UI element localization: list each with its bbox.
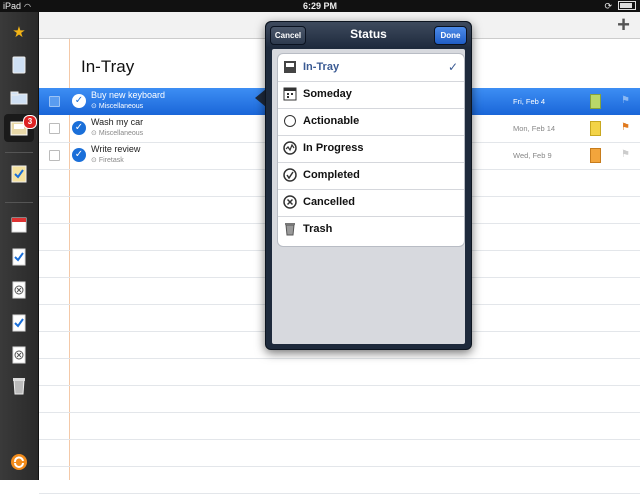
page-title: In-Tray [81, 57, 135, 76]
in-progress-icon [283, 141, 297, 155]
option-label: Trash [303, 223, 333, 235]
sidebar-divider [5, 152, 33, 153]
row-select-checkbox[interactable] [49, 150, 60, 161]
star-icon[interactable]: ★ [9, 22, 29, 42]
checkmark-icon[interactable]: ✓ [72, 94, 86, 108]
task-name: Write review [91, 144, 141, 154]
checkmark-icon: ✓ [447, 60, 458, 74]
trash-icon [283, 222, 297, 236]
task-date: Wed, Feb 9 [513, 151, 552, 160]
option-label: Completed [303, 169, 360, 181]
ruled-line [39, 358, 640, 359]
task-date: Fri, Feb 4 [513, 97, 546, 106]
status-option-in-tray[interactable]: In-Tray ✓ [278, 54, 464, 82]
in-tray-icon [283, 60, 297, 74]
ruled-line [39, 412, 640, 413]
sidebar-divider [5, 202, 33, 203]
checkbox-notebook-icon[interactable] [9, 247, 29, 267]
status-popover: Cancel Status Done In-Tray ✓ Someday Act… [265, 21, 472, 350]
ruled-line [39, 466, 640, 467]
popover-header: Cancel Status Done [266, 22, 471, 47]
option-label: Actionable [303, 115, 360, 127]
row-select-checkbox[interactable] [49, 96, 60, 107]
status-option-trash[interactable]: Trash [278, 216, 464, 243]
option-label: In Progress [303, 142, 364, 154]
notebook-icon[interactable] [9, 55, 29, 75]
status-option-actionable[interactable]: Actionable [278, 108, 464, 136]
cancelled-notebook-icon[interactable] [9, 280, 29, 300]
battery-icon [618, 0, 636, 12]
note-icon[interactable] [590, 148, 601, 163]
status-option-cancelled[interactable]: Cancelled [278, 189, 464, 217]
checkbox-notebook-icon[interactable] [9, 313, 29, 333]
status-option-completed[interactable]: Completed [278, 162, 464, 190]
ruled-line [39, 385, 640, 386]
option-label: In-Tray [303, 61, 340, 73]
task-name: Buy new keyboard [91, 90, 166, 100]
document-check-icon[interactable] [9, 164, 29, 184]
calendar-icon[interactable] [9, 215, 29, 235]
option-label: Someday [303, 88, 352, 100]
status-option-someday[interactable]: Someday [278, 81, 464, 109]
folder-icon[interactable] [9, 88, 29, 108]
task-project: ⊙ Miscellaneous [91, 130, 144, 137]
done-button[interactable]: Done [434, 26, 467, 45]
task-date: Mon, Feb 14 [513, 124, 556, 133]
sidebar: ★ 3 [0, 12, 39, 480]
calendar-icon [283, 87, 297, 101]
checkmark-icon[interactable]: ✓ [72, 121, 86, 135]
status-bar: iPad ◠ 6:29 PM ⟳ [0, 0, 640, 12]
check-circle-icon [283, 168, 297, 182]
sync-icon[interactable] [9, 452, 29, 472]
clock: 6:29 PM [302, 1, 337, 11]
checkmark-icon[interactable]: ✓ [72, 148, 86, 162]
note-icon[interactable] [590, 94, 601, 109]
add-task-button[interactable]: + [617, 13, 630, 37]
option-label: Cancelled [303, 196, 355, 208]
task-name: Wash my car [91, 117, 144, 127]
rotation-lock-icon: ⟳ [604, 1, 612, 11]
flag-icon[interactable]: ⚑ [621, 149, 630, 160]
in-tray-badge: 3 [23, 115, 37, 129]
flag-icon[interactable]: ⚑ [621, 122, 630, 133]
status-options: In-Tray ✓ Someday Actionable In Progress [277, 53, 465, 247]
cancelled-notebook-icon[interactable] [9, 345, 29, 365]
popover-body: In-Tray ✓ Someday Actionable In Progress [272, 49, 465, 344]
flag-icon[interactable]: ⚑ [621, 95, 630, 106]
task-project: ⊙ Firetask [91, 157, 124, 164]
ruled-line [39, 439, 640, 440]
trash-icon[interactable] [9, 376, 29, 396]
task-project: ⊙ Miscellaneous [91, 103, 144, 110]
empty-circle-icon [283, 114, 297, 128]
row-select-checkbox[interactable] [49, 123, 60, 134]
x-circle-icon [283, 195, 297, 209]
note-icon[interactable] [590, 121, 601, 136]
status-option-in-progress[interactable]: In Progress [278, 135, 464, 163]
